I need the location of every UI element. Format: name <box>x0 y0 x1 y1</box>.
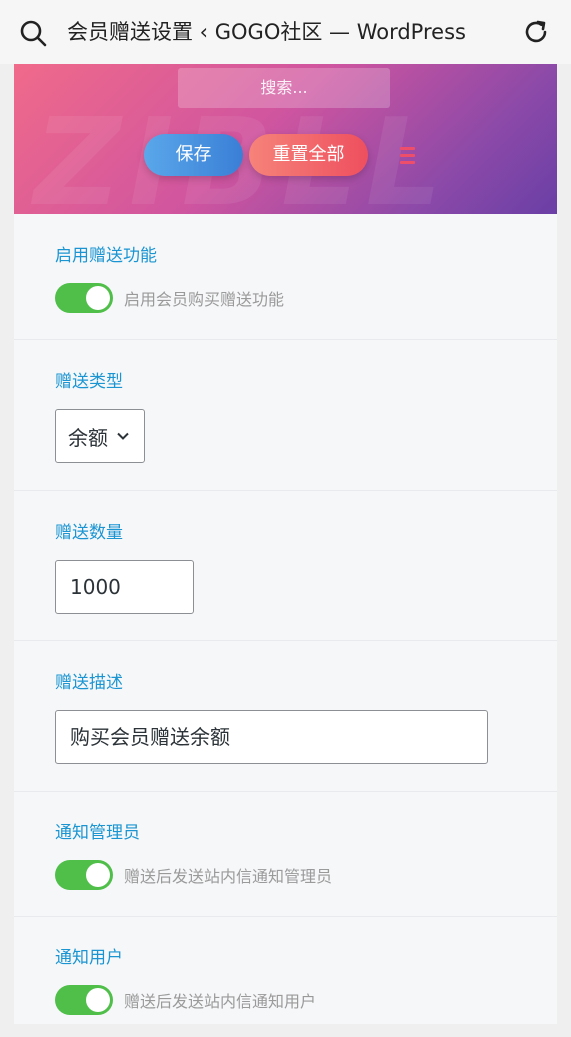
section-enable: 启用赠送功能 启用会员购买赠送功能 <box>14 214 557 340</box>
save-button[interactable]: 保存 <box>144 134 243 176</box>
enable-gift-toggle[interactable] <box>55 283 113 313</box>
select-value: 余额 <box>68 425 108 450</box>
settings-panel: ZIBLL 搜索... 保存 重置全部 启用赠送功能 启用会员购买赠送功能 赠送… <box>14 64 557 1024</box>
field-label: 赠送数量 <box>55 523 123 543</box>
section-notify-user: 通知用户 赠送后发送站内信通知用户 <box>14 917 557 1037</box>
toggle-description: 启用会员购买赠送功能 <box>124 290 285 309</box>
notify-admin-toggle[interactable] <box>55 860 113 890</box>
options-search-input[interactable]: 搜索... <box>178 68 390 108</box>
notify-user-toggle[interactable] <box>55 985 113 1015</box>
page-title: 会员赠送设置 ‹ GOGO社区 — WordPress <box>67 20 466 44</box>
section-type: 赠送类型 余额 <box>14 340 557 491</box>
field-label: 通知管理员 <box>55 823 140 843</box>
gift-type-select[interactable]: 余额 <box>55 409 145 463</box>
search-icon[interactable] <box>18 18 48 48</box>
gift-description-input[interactable]: 购买会员赠送余额 <box>55 710 488 764</box>
reset-all-button[interactable]: 重置全部 <box>249 134 368 176</box>
field-label: 通知用户 <box>55 948 123 968</box>
section-description: 赠送描述 购买会员赠送余额 <box>14 641 557 792</box>
field-label: 启用赠送功能 <box>55 246 157 266</box>
section-notify-admin: 通知管理员 赠送后发送站内信通知管理员 <box>14 792 557 917</box>
gift-amount-input[interactable]: 1000 <box>55 560 194 614</box>
reload-icon[interactable] <box>521 17 551 47</box>
browser-top-bar: 会员赠送设置 ‹ GOGO社区 — WordPress <box>0 0 571 64</box>
toggle-description: 赠送后发送站内信通知管理员 <box>124 867 333 886</box>
toggle-description: 赠送后发送站内信通知用户 <box>124 992 317 1011</box>
section-amount: 赠送数量 1000 <box>14 491 557 641</box>
chevron-down-icon <box>117 432 129 440</box>
menu-icon[interactable] <box>390 136 424 174</box>
field-label: 赠送类型 <box>55 372 123 392</box>
field-label: 赠送描述 <box>55 673 123 693</box>
options-header: ZIBLL 搜索... 保存 重置全部 <box>14 64 557 214</box>
